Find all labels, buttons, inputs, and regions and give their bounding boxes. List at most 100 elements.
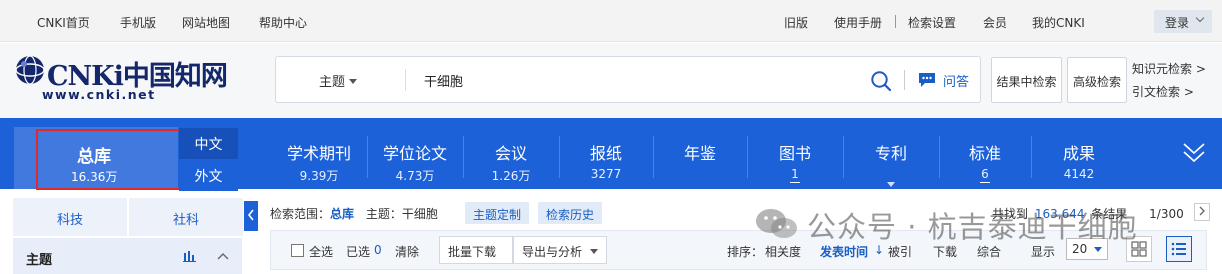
tab-label: 图书 [778,144,811,163]
search-field-select[interactable]: 主题 [319,71,358,90]
divider [367,136,368,178]
selected-label: 已选 [346,245,371,259]
select-all-checkbox[interactable] [291,244,304,257]
tab-label: 年鉴 [683,144,716,163]
tab-standards[interactable]: 标准 6 [941,118,1029,189]
manual-link[interactable]: 使用手册 [834,14,882,31]
old-version-link[interactable]: 旧版 [784,14,808,31]
export-analysis-button[interactable]: 导出与分析 [513,236,607,264]
tab-patents[interactable]: 专利 [845,118,937,189]
clear-button[interactable]: 清除 [395,243,419,260]
mobile-link[interactable]: 手机版 [120,14,156,31]
selected-count: 0 [374,243,382,257]
divider [843,136,844,178]
filter-panel: 科技 社科 主题 [13,198,243,274]
watermark-text: 公众号 · 杭吉泰迪干细胞 [807,210,1138,244]
citation-search-link[interactable]: 引文检索 > [1132,83,1194,100]
caret-down-icon [887,182,895,187]
chinese-lang-button[interactable]: 中文 [179,128,238,159]
help-center-link[interactable]: 帮助中心 [259,14,307,31]
topic-filter-label: 主题 [26,253,53,268]
export-analysis-label: 导出与分析 [522,245,583,259]
underline [790,182,800,183]
login-label: 登录 [1165,16,1190,30]
scope-value[interactable]: 总库 [330,207,354,221]
divider [895,15,896,28]
tab-label: 报纸 [589,144,622,163]
member-link[interactable]: 会员 [983,14,1007,31]
tab-science[interactable]: 科技 [13,198,127,236]
batch-download-button[interactable]: 批量下载 [439,236,513,264]
divider [747,136,748,178]
search-scope: 检索范围：总库 主题：干细胞 [270,205,438,222]
tab-count: 3277 [590,167,622,181]
search-in-results-button[interactable]: 结果中检索 [991,57,1062,103]
tab-label: 成果 [1062,144,1095,163]
divider [463,136,464,178]
my-cnki-link[interactable]: 我的CNKI [1032,14,1085,31]
search-input[interactable] [424,70,854,90]
wechat-logo-icon [756,209,797,238]
bar-chart-icon[interactable] [183,250,197,262]
tab-count: 4.73万 [395,169,435,183]
chevron-up-icon[interactable] [217,252,229,260]
chevron-down-icon [1195,13,1205,23]
search-box: 主题 问答 [275,56,981,103]
tab-count: 1 [791,167,799,181]
advanced-search-button[interactable]: 高级检索 [1067,57,1127,103]
tab-books[interactable]: 图书 1 [749,118,841,189]
divider [904,70,905,90]
qa-button[interactable]: 问答 [943,71,969,90]
sitemap-link[interactable]: 网站地图 [182,14,230,31]
divider [559,136,560,178]
divider [405,69,406,91]
collapse-panel-button[interactable] [244,201,258,231]
search-icon[interactable] [870,70,892,92]
select-all-label[interactable]: 全选 [309,243,333,260]
globe-icon [15,55,45,85]
top-bar: CNKI首页 手机版 网站地图 帮助中心 旧版 使用手册 检索设置 会员 我的C… [0,0,1222,42]
login-button[interactable]: 登录 [1154,10,1212,33]
database-nav: 总库 16.36万 中文 外文 学术期刊 9.39万 学位论文 4.73万 会议… [0,118,1222,191]
tab-label: 学术期刊 [286,144,351,163]
divider [1031,136,1032,178]
cnki-logo[interactable]: CNKi中国知网 www.cnki.net [14,54,228,104]
expand-more-icon[interactable] [1182,138,1206,168]
tab-social-science[interactable]: 社科 [129,198,243,236]
tab-achievements[interactable]: 成果 4142 [1033,118,1125,189]
divider [939,136,940,178]
search-history-button[interactable]: 检索历史 [538,202,603,224]
caret-down-icon [589,249,598,254]
chat-icon[interactable] [917,71,937,89]
total-library-count: 16.36万 [71,170,118,184]
divider [653,136,654,178]
cnki-home-link[interactable]: CNKI首页 [37,14,90,31]
tab-label: 会议 [494,144,527,163]
chevron-right-icon [1199,206,1205,216]
tab-label: 专利 [874,144,907,163]
caret-down-icon [349,79,358,84]
tab-conferences[interactable]: 会议 1.26万 [465,118,557,189]
topic-query: 主题：干细胞 [365,207,438,221]
foreign-lang-button[interactable]: 外文 [179,160,238,191]
search-settings-link[interactable]: 检索设置 [908,14,956,31]
logo-url: www.cnki.net [42,87,156,102]
tab-count: 1.26万 [491,169,531,183]
scope-label: 检索范围： [270,207,331,221]
tab-label: 学位论文 [382,144,447,163]
header: CNKi中国知网 www.cnki.net 主题 问答 结果中检索 高级检索 知… [0,43,1222,118]
next-page-button[interactable] [1194,203,1210,221]
chevron-left-icon [247,209,254,221]
tab-count: 9.39万 [299,169,339,183]
tab-yearbooks[interactable]: 年鉴 [655,118,745,189]
search-field-label: 主题 [319,75,346,90]
topic-filter-header[interactable]: 主题 [13,238,242,274]
tab-dissertations[interactable]: 学位论文 4.73万 [369,118,461,189]
topic-customize-button[interactable]: 主题定制 [465,202,530,224]
tab-newspapers[interactable]: 报纸 3277 [561,118,651,189]
tab-journals[interactable]: 学术期刊 9.39万 [273,118,365,189]
total-library-label: 总库 [77,147,111,167]
underline [980,182,990,183]
tab-label: 标准 [968,144,1001,163]
knowledge-search-link[interactable]: 知识元检索 > [1132,60,1206,77]
